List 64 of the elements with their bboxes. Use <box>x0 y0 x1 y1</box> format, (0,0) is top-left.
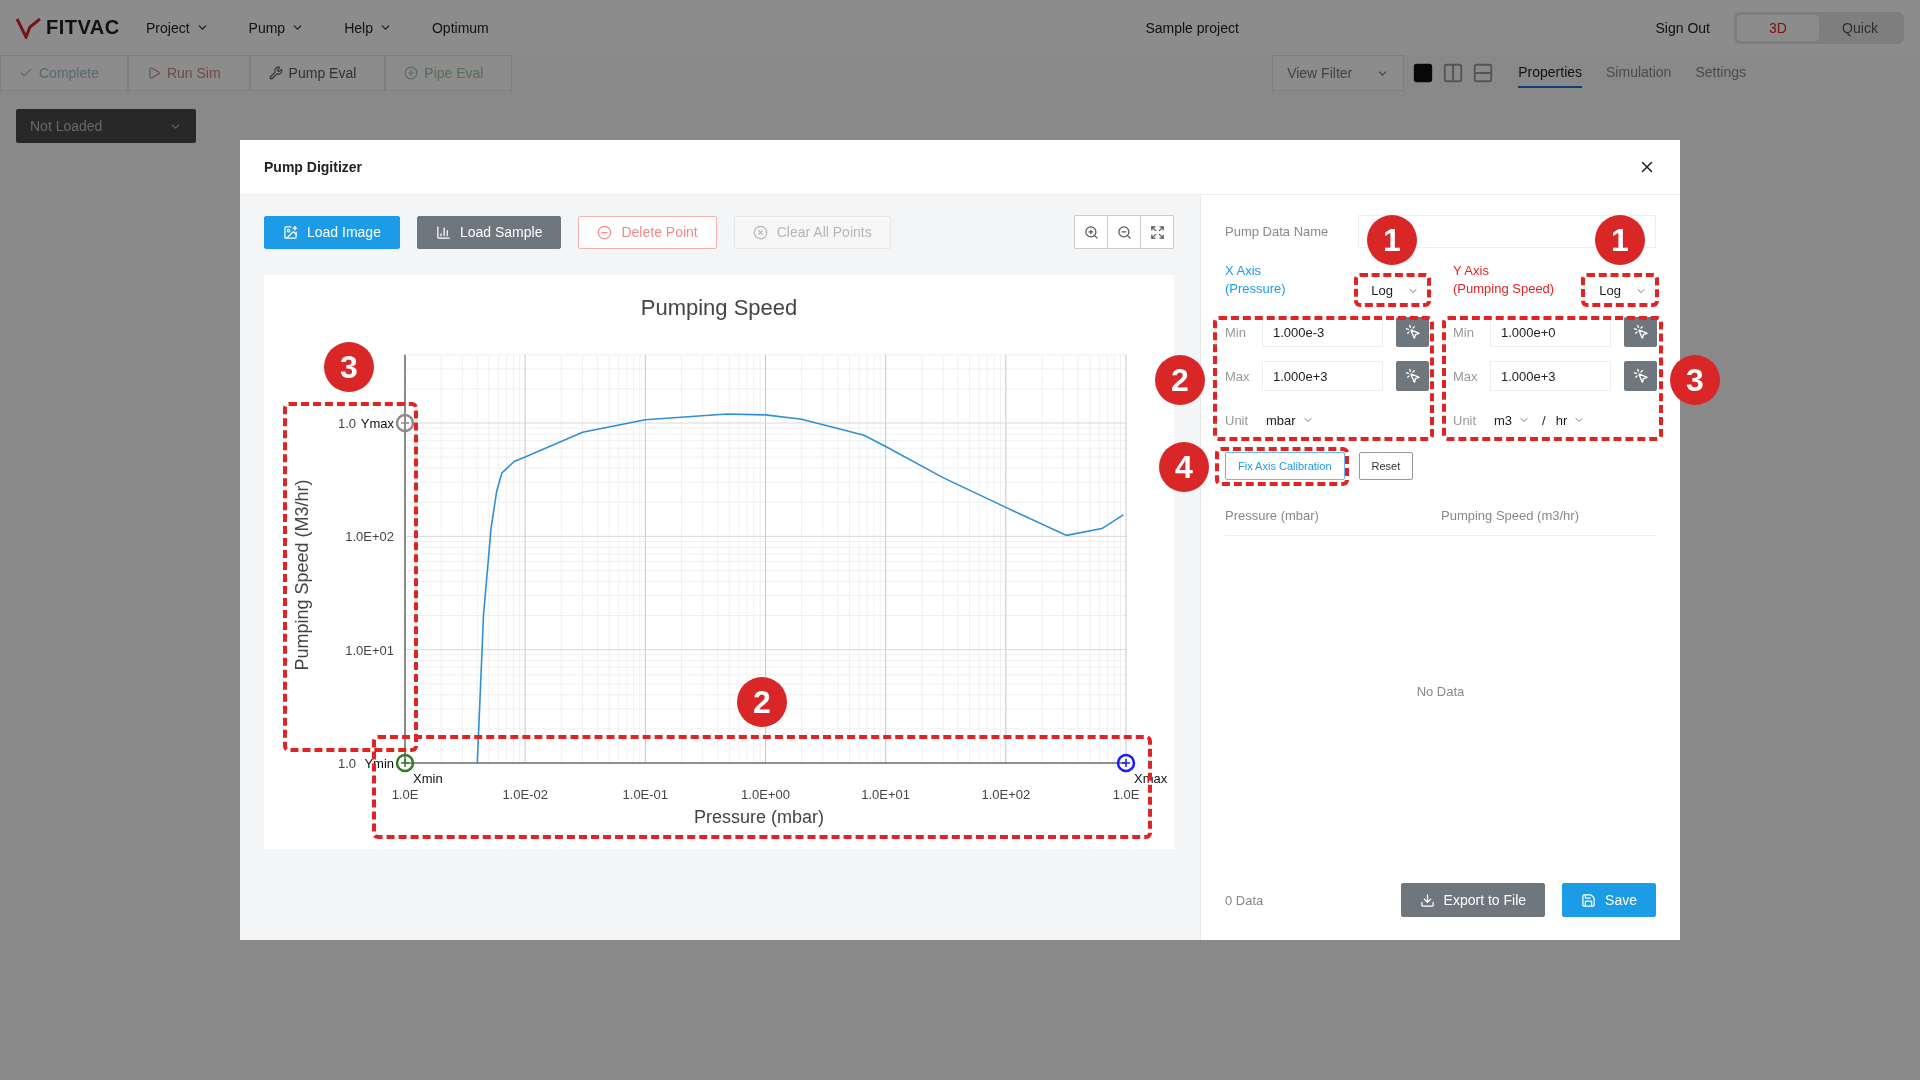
field-label: Max <box>1225 368 1251 384</box>
min-field[interactable]: 1.000e+0 <box>1490 317 1611 347</box>
column-header: Pressure (mbar) <box>1225 508 1320 523</box>
view-filter-select[interactable]: View Filter <box>1272 55 1405 91</box>
unit-select[interactable]: hr <box>1555 412 1586 428</box>
sign-out-link[interactable]: Sign Out <box>1655 19 1710 36</box>
side-tab[interactable]: Simulation <box>1606 58 1672 88</box>
toolbar-button[interactable]: Load Image <box>264 215 400 249</box>
view-mode-tab[interactable]: Quick <box>1819 14 1901 41</box>
project-title: Sample project <box>1144 19 1240 36</box>
view-mode-tab[interactable]: 3D <box>1737 14 1819 41</box>
empty-message: No Data <box>1416 684 1465 699</box>
x-tick-label: 1.0E+02 <box>981 787 1031 802</box>
menu-item[interactable]: Pump <box>248 19 305 36</box>
unit-select[interactable]: m3 <box>1494 412 1531 428</box>
field-label: Max <box>1453 368 1479 384</box>
x-tick-label: 1.0E-01 <box>622 787 669 802</box>
toolbar-button[interactable]: Load Sample <box>416 215 562 249</box>
logo-text: FITVAC <box>46 16 120 39</box>
toolbar-button[interactable]: Delete Point <box>578 215 717 249</box>
axis-title: Y Axis (Pumping Speed) <box>1453 262 1555 298</box>
marker-label: Xmin <box>413 771 443 786</box>
y-tick-label: 1.0 <box>337 756 356 771</box>
unit-select[interactable]: mbar <box>1266 412 1314 428</box>
menu-item[interactable]: Project <box>146 19 209 36</box>
min-field[interactable]: 1.000e-3 <box>1262 317 1383 347</box>
model-select[interactable]: Not Loaded <box>16 109 196 143</box>
column-header: Pumping Speed (m3/hr) <box>1441 508 1580 523</box>
footer-button[interactable]: Export to File <box>1400 883 1546 917</box>
footer-button[interactable]: Save <box>1562 883 1656 917</box>
scale-select[interactable]: Log <box>1599 283 1647 298</box>
x-tick-label: 1.0E <box>391 787 419 802</box>
step-number-badge: 3 <box>1670 355 1720 405</box>
scale-select[interactable]: Log <box>1371 283 1419 298</box>
max-field[interactable]: 1.000e+3 <box>1262 361 1383 391</box>
toolbar-button[interactable]: Run Sim <box>127 55 250 91</box>
field-label: Min <box>1225 324 1247 340</box>
toolbar-button[interactable]: Pump Eval <box>249 55 386 91</box>
x-tick-label: 1.0E+00 <box>741 787 790 802</box>
y-tick-label: 1.0E+02 <box>345 529 394 545</box>
side-tab[interactable]: Settings <box>1695 58 1746 88</box>
chart-title: Pumping Speed <box>640 295 798 320</box>
x-tick-label: 1.0E+01 <box>861 787 911 802</box>
dialog-title: Pump Digitizer <box>264 159 362 175</box>
marker-label: Ymax <box>360 416 394 431</box>
field-label: Pump Data Name <box>1225 224 1329 239</box>
x-tick-label: 1.0E <box>1112 787 1140 802</box>
field-label: Min <box>1453 324 1475 340</box>
axis-title: X Axis (Pressure) <box>1225 262 1286 298</box>
field-label: Unit <box>1453 412 1478 428</box>
x-tick-label: 1.0E-02 <box>502 787 548 802</box>
calibration-button[interactable]: Fix Axis Calibration <box>1225 452 1345 480</box>
side-tab[interactable]: Properties <box>1518 58 1583 88</box>
field-label: Unit <box>1225 412 1250 428</box>
y-tick-label: 1.0 <box>337 416 356 431</box>
x-axis-title: Pressure (mbar) <box>694 807 824 827</box>
menu-item[interactable]: Optimum <box>431 19 489 36</box>
max-field[interactable]: 1.000e+3 <box>1490 361 1611 391</box>
calibration-button[interactable]: Reset <box>1358 452 1414 480</box>
data-count: 0 Data <box>1225 892 1264 908</box>
y-tick-label: 1.0E+01 <box>345 642 394 658</box>
y-axis-title: Pumping Speed (M3/hr) <box>292 479 312 671</box>
unit-separator: / <box>1542 412 1546 428</box>
menu-item[interactable]: Help <box>344 19 392 36</box>
